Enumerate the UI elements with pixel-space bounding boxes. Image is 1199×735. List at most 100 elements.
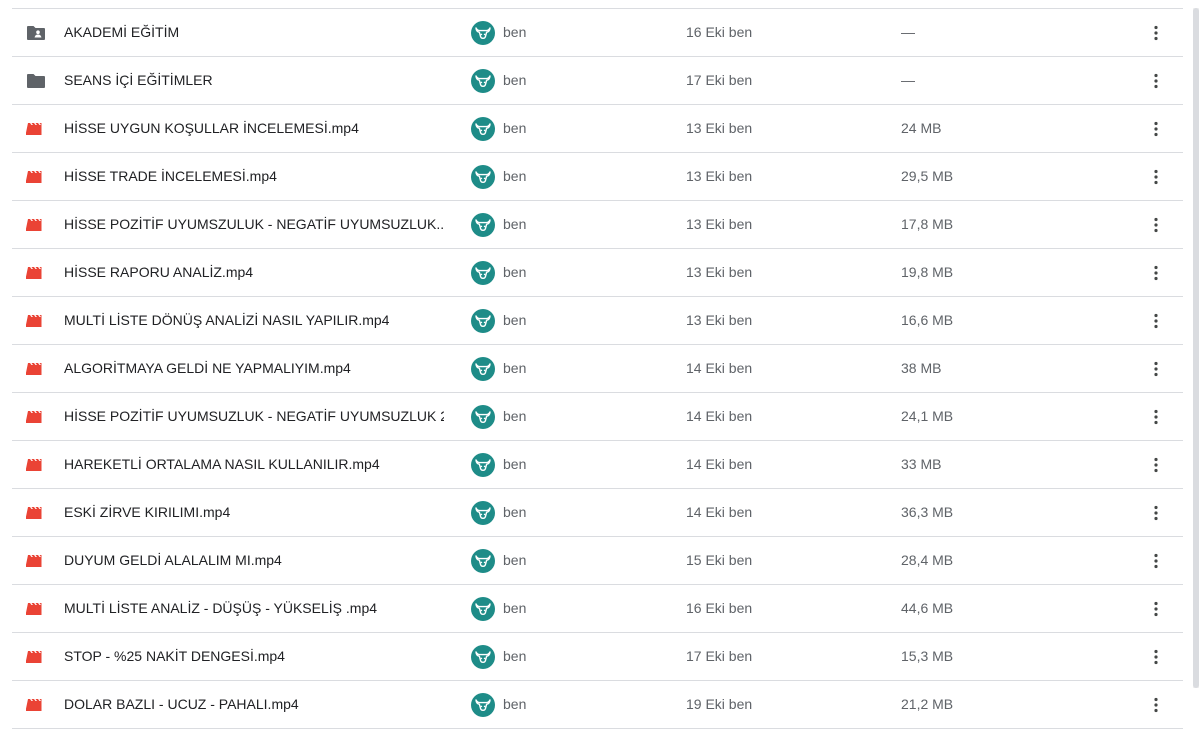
more-vert-icon[interactable] [1143,500,1169,526]
file-size: — [901,24,915,40]
file-row-4[interactable]: HİSSE TRADE İNCELEMESİ.mp4 ben 13 Eki be… [12,153,1183,201]
scrollbar[interactable] [1193,8,1199,688]
video-file-icon [25,455,46,475]
file-name[interactable]: ALGORİTMAYA GELDİ NE YAPMALIYIM.mp4 [64,345,351,392]
file-size: 17,8 MB [901,216,954,232]
folder-icon [26,71,46,91]
file-size: 24,1 MB [901,408,954,424]
file-row-13[interactable]: MULTİ LİSTE ANALİZ - DÜŞÜŞ - YÜKSELİŞ .m… [12,585,1183,633]
video-file-icon [25,119,46,139]
file-size: — [901,72,915,88]
bull-avatar-icon [471,21,495,45]
modified-date: 19 Eki ben [686,696,753,712]
file-row-7[interactable]: MULTİ LİSTE DÖNÜŞ ANALİZİ NASIL YAPILIR.… [12,297,1183,345]
file-name[interactable]: SEANS İÇİ EĞİTİMLER [64,57,213,104]
more-vert-icon[interactable] [1143,404,1169,430]
file-name[interactable]: HAREKETLİ ORTALAMA NASIL KULLANILIR.mp4 [64,441,380,488]
bull-avatar-icon [471,693,495,717]
modified-date: 13 Eki ben [686,168,753,184]
bull-avatar-icon [471,453,495,477]
bull-avatar-icon [471,213,495,237]
video-file-icon [25,647,46,667]
file-size: 28,4 MB [901,552,954,568]
file-name[interactable]: AKADEMİ EĞİTİM [64,9,179,56]
file-name[interactable]: STOP - %25 NAKİT DENGESİ.mp4 [64,633,285,680]
file-row-12[interactable]: DUYUM GELDİ ALALALIM MI.mp4 ben 15 Eki b… [12,537,1183,585]
owner-label: ben [503,216,527,232]
bull-avatar-icon [471,357,495,381]
owner-label: ben [503,24,527,40]
more-vert-icon[interactable] [1143,308,1169,334]
modified-date: 14 Eki ben [686,408,753,424]
owner-label: ben [503,648,527,664]
more-vert-icon[interactable] [1143,452,1169,478]
file-name[interactable]: HİSSE POZİTİF UYUMSZULUK - NEGATİF UYUMS… [64,201,444,248]
more-vert-icon[interactable] [1143,68,1169,94]
modified-date: 16 Eki ben [686,24,753,40]
video-file-icon [25,311,46,331]
more-vert-icon[interactable] [1143,116,1169,142]
file-row-1[interactable]: AKADEMİ EĞİTİM ben 16 Eki ben — [12,9,1183,57]
file-name[interactable]: HİSSE UYGUN KOŞULLAR İNCELEMESİ.mp4 [64,105,359,152]
file-size: 21,2 MB [901,696,954,712]
modified-date: 13 Eki ben [686,264,753,280]
modified-date: 17 Eki ben [686,648,753,664]
video-file-icon [25,407,46,427]
owner-label: ben [503,552,527,568]
file-row-2[interactable]: SEANS İÇİ EĞİTİMLER ben 17 Eki ben — [12,57,1183,105]
more-vert-icon[interactable] [1143,644,1169,670]
bull-avatar-icon [471,597,495,621]
file-name[interactable]: MULTİ LİSTE ANALİZ - DÜŞÜŞ - YÜKSELİŞ .m… [64,585,377,632]
file-row-11[interactable]: ESKİ ZİRVE KIRILIMI.mp4 ben 14 Eki ben 3… [12,489,1183,537]
more-vert-icon[interactable] [1143,356,1169,382]
owner-label: ben [503,168,527,184]
bull-avatar-icon [471,549,495,573]
modified-date: 13 Eki ben [686,216,753,232]
modified-date: 15 Eki ben [686,552,753,568]
file-name[interactable]: HİSSE TRADE İNCELEMESİ.mp4 [64,153,277,200]
file-row-15[interactable]: DOLAR BAZLI - UCUZ - PAHALI.mp4 ben 19 E… [12,681,1183,729]
file-name[interactable]: MULTİ LİSTE DÖNÜŞ ANALİZİ NASIL YAPILIR.… [64,297,389,344]
file-name[interactable]: HİSSE RAPORU ANALİZ.mp4 [64,249,253,296]
more-vert-icon[interactable] [1143,596,1169,622]
bull-avatar-icon [471,261,495,285]
more-vert-icon[interactable] [1143,20,1169,46]
owner-label: ben [503,456,527,472]
file-row-14[interactable]: STOP - %25 NAKİT DENGESİ.mp4 ben 17 Eki … [12,633,1183,681]
file-name[interactable]: DOLAR BAZLI - UCUZ - PAHALI.mp4 [64,681,299,728]
more-vert-icon[interactable] [1143,260,1169,286]
video-file-icon [25,215,46,235]
file-size: 19,8 MB [901,264,954,280]
more-vert-icon[interactable] [1143,692,1169,718]
owner-label: ben [503,696,527,712]
more-vert-icon[interactable] [1143,548,1169,574]
file-name[interactable]: HİSSE POZİTİF UYUMSUZLUK - NEGATİF UYUMS… [64,393,444,440]
bull-avatar-icon [471,405,495,429]
video-file-icon [25,359,46,379]
file-row-8[interactable]: ALGORİTMAYA GELDİ NE YAPMALIYIM.mp4 ben … [12,345,1183,393]
owner-label: ben [503,312,527,328]
file-row-3[interactable]: HİSSE UYGUN KOŞULLAR İNCELEMESİ.mp4 ben … [12,105,1183,153]
file-row-9[interactable]: HİSSE POZİTİF UYUMSUZLUK - NEGATİF UYUMS… [12,393,1183,441]
owner-label: ben [503,264,527,280]
file-name[interactable]: ESKİ ZİRVE KIRILIMI.mp4 [64,489,230,536]
more-vert-icon[interactable] [1143,164,1169,190]
owner-label: ben [503,360,527,376]
file-row-10[interactable]: HAREKETLİ ORTALAMA NASIL KULLANILIR.mp4 … [12,441,1183,489]
file-name[interactable]: DUYUM GELDİ ALALALIM MI.mp4 [64,537,282,584]
bull-avatar-icon [471,645,495,669]
file-size: 38 MB [901,360,942,376]
video-file-icon [25,695,46,715]
shared-folder-icon [26,23,46,43]
file-row-5[interactable]: HİSSE POZİTİF UYUMSZULUK - NEGATİF UYUMS… [12,201,1183,249]
bull-avatar-icon [471,309,495,333]
more-vert-icon[interactable] [1143,212,1169,238]
file-row-6[interactable]: HİSSE RAPORU ANALİZ.mp4 ben 13 Eki ben 1… [12,249,1183,297]
scrollbar-thumb[interactable] [1193,8,1199,688]
modified-date: 16 Eki ben [686,600,753,616]
video-file-icon [25,503,46,523]
file-size: 15,3 MB [901,648,954,664]
owner-label: ben [503,504,527,520]
file-size: 29,5 MB [901,168,954,184]
modified-date: 13 Eki ben [686,120,753,136]
